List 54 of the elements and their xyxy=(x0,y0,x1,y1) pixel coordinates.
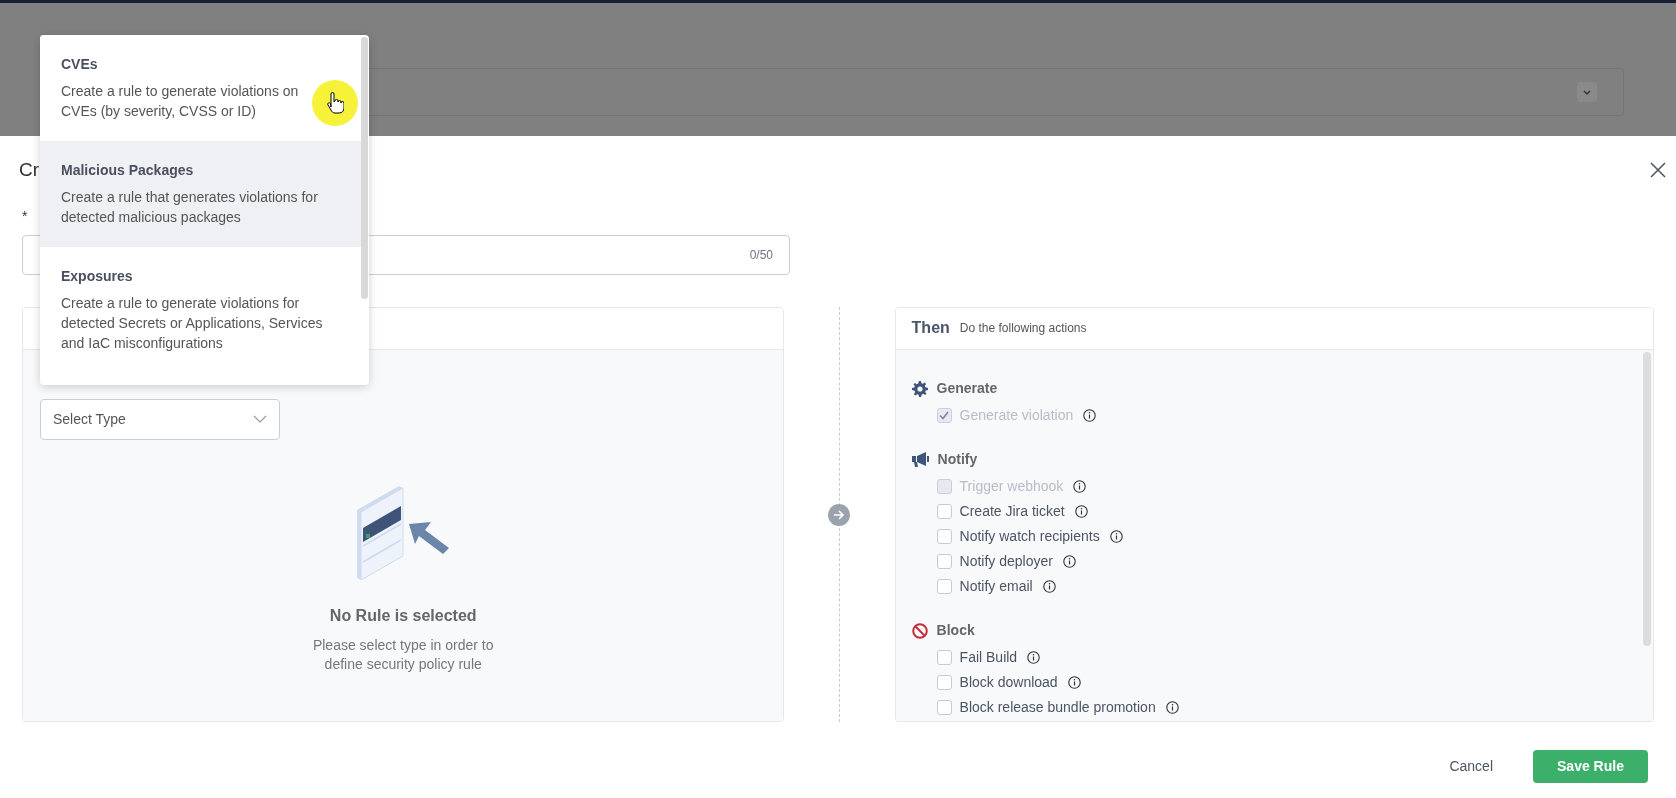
checkbox-label: Notify deployer xyxy=(959,551,1053,571)
option-description: Create a rule that generates violations for detected malicious packages xyxy=(61,188,319,227)
chevron-down-icon xyxy=(253,415,267,423)
panel-subtitle: Do the following actions xyxy=(959,320,1087,337)
check-icon xyxy=(939,410,950,420)
gear-icon xyxy=(911,380,928,397)
empty-state-title: No Rule is selected xyxy=(329,605,477,626)
info-icon[interactable] xyxy=(1109,529,1123,543)
checkbox-label: Notify watch recipients xyxy=(959,526,1100,546)
info-icon[interactable] xyxy=(1074,504,1088,518)
arrow-right-icon xyxy=(828,503,851,526)
menu-option[interactable]: Malicious Packages Create a rule that generates violations for detected malicious packages xyxy=(40,141,361,247)
checkbox[interactable] xyxy=(936,674,952,690)
cancel-button[interactable]: Cancel xyxy=(1439,749,1503,783)
checkbox-label: Notify email xyxy=(959,576,1033,596)
checkbox[interactable] xyxy=(936,578,952,594)
checkbox[interactable] xyxy=(936,699,952,715)
group-title: Notify xyxy=(937,450,978,469)
panel-title: Then xyxy=(911,318,950,338)
modal-title: Cr xyxy=(19,158,40,182)
checkbox-label: Trigger webhook xyxy=(959,476,1064,496)
info-icon[interactable] xyxy=(1062,554,1076,568)
option-title: CVEs xyxy=(61,55,98,74)
checkbox-label: Create Jira ticket xyxy=(959,501,1065,521)
info-icon[interactable] xyxy=(1042,579,1056,593)
group-title: Block xyxy=(936,621,975,640)
info-icon[interactable] xyxy=(1165,700,1179,714)
field-label: * xyxy=(22,206,28,226)
prohibited-icon xyxy=(911,622,928,639)
info-icon[interactable] xyxy=(1067,675,1081,689)
group-title: Generate xyxy=(936,379,998,398)
chevron-down-icon xyxy=(1577,82,1597,102)
empty-state-text: Please select type in order to define security policy rule xyxy=(311,635,495,674)
checkbox-label: Block download xyxy=(959,672,1058,692)
checkbox[interactable] xyxy=(936,649,952,665)
checkbox[interactable] xyxy=(936,528,952,544)
menu-option[interactable]: CVEs Create a rule to generate violations on CVEs (by severity, CVSS or ID) xyxy=(40,35,361,141)
option-description: Create a rule to generate violations for detected Secrets or Applications, Services and IaC misconfigurations xyxy=(61,294,324,353)
character-counter: 0/50 xyxy=(749,246,773,264)
checkbox-label: Fail Build xyxy=(959,647,1018,667)
info-icon[interactable] xyxy=(1027,650,1041,664)
scrollbar[interactable] xyxy=(361,37,368,299)
scrollbar[interactable] xyxy=(1643,351,1651,646)
select-type-dropdown[interactable]: Select Type xyxy=(40,398,280,440)
checkbox-label: Generate violation xyxy=(959,405,1074,425)
checkbox[interactable] xyxy=(936,503,952,519)
option-title: Malicious Packages xyxy=(61,161,194,180)
option-description: Create a rule to generate violations on CVEs (by severity, CVSS or ID) xyxy=(61,82,300,121)
info-icon[interactable] xyxy=(1083,408,1097,422)
info-icon[interactable] xyxy=(1073,479,1087,493)
checkbox-label: Block release bundle promotion xyxy=(959,697,1156,717)
checkbox[interactable] xyxy=(936,553,952,569)
megaphone-icon xyxy=(911,451,929,468)
close-icon[interactable] xyxy=(1650,162,1666,179)
